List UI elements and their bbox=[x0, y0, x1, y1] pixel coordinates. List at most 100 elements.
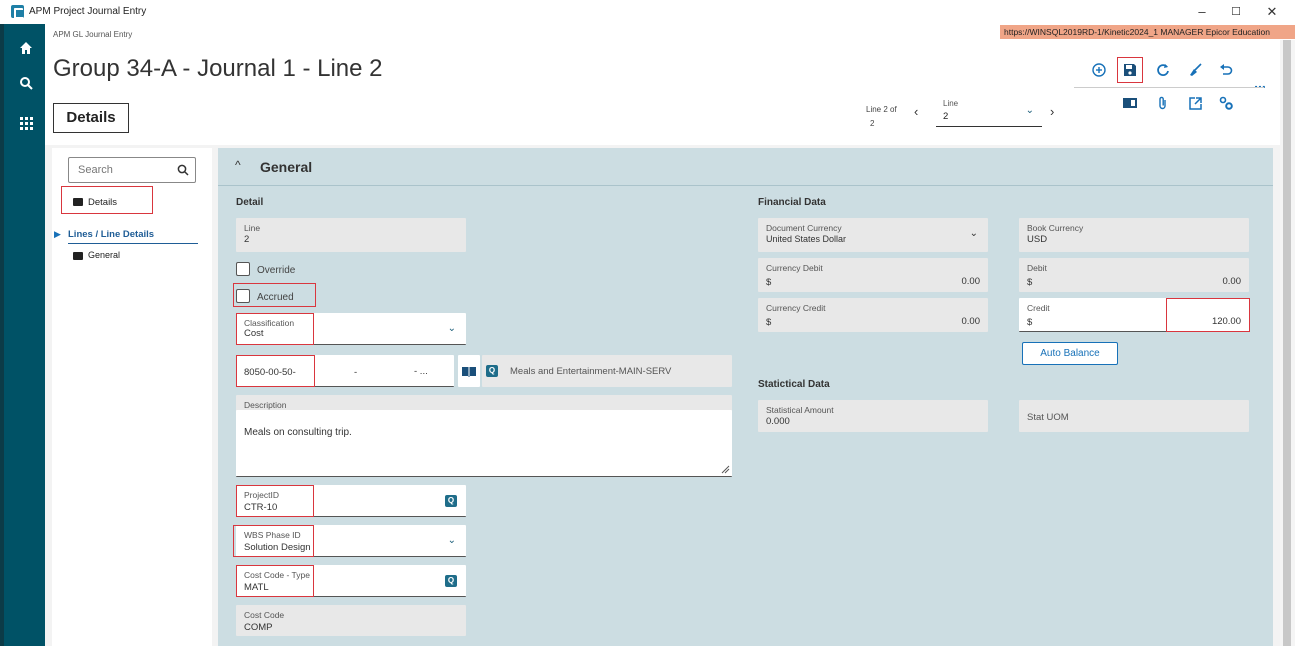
open-external-icon[interactable] bbox=[1184, 92, 1206, 114]
sidenav-item-general[interactable]: General bbox=[73, 250, 120, 260]
description-textarea[interactable]: Meals on consulting trip. bbox=[236, 410, 732, 477]
book-currency-value: USD bbox=[1027, 234, 1048, 245]
chevron-down-icon: ⌄ bbox=[447, 535, 456, 546]
search-placeholder: Search bbox=[78, 164, 113, 176]
next-record-icon[interactable]: › bbox=[1050, 104, 1054, 119]
scrollbar-thumb[interactable] bbox=[1283, 40, 1291, 646]
description-value: Meals on consulting trip. bbox=[244, 427, 352, 438]
environment-bar: https://WINSQL2019RD-1/Kinetic2024_1 MAN… bbox=[1000, 25, 1295, 39]
search-lookup-icon[interactable]: Q bbox=[445, 575, 457, 587]
cost-code-label: Cost Code bbox=[244, 610, 285, 620]
accrued-label: Accrued bbox=[257, 292, 294, 303]
home-icon[interactable] bbox=[12, 34, 40, 62]
override-label: Override bbox=[257, 265, 296, 276]
sidenav-item-details[interactable]: Details bbox=[73, 197, 117, 208]
currency-credit-label: Currency Credit bbox=[766, 303, 826, 313]
page-title: Group 34-A - Journal 1 - Line 2 bbox=[53, 55, 383, 82]
undo-icon[interactable] bbox=[1215, 59, 1237, 81]
maximize-button[interactable]: ☐ bbox=[1226, 3, 1246, 21]
gl-account-input[interactable]: 8050-00-50- - - ... bbox=[236, 355, 454, 387]
minimize-button[interactable]: – bbox=[1192, 3, 1212, 21]
book-currency-label: Book Currency bbox=[1027, 223, 1084, 233]
detail-heading: Detail bbox=[236, 197, 264, 208]
projectid-label: ProjectID bbox=[244, 490, 279, 500]
chevron-down-icon: ⌄ bbox=[1025, 105, 1034, 116]
clear-broom-icon[interactable] bbox=[1184, 59, 1206, 81]
app-icon bbox=[11, 5, 24, 19]
card-icon bbox=[73, 251, 83, 260]
caret-right-icon[interactable]: ▶ bbox=[54, 229, 61, 240]
line-select-label: Line bbox=[943, 99, 959, 108]
nav-rail bbox=[0, 24, 45, 646]
line-select[interactable]: Line 2 ⌄ bbox=[936, 95, 1042, 127]
cost-code-type-value: MATL bbox=[244, 582, 269, 593]
previous-record-icon[interactable]: ‹ bbox=[914, 104, 918, 119]
record-count-line1: Line 2 of bbox=[866, 105, 897, 114]
sidenav-item-label: General bbox=[88, 250, 121, 260]
auto-balance-button[interactable]: Auto Balance bbox=[1022, 342, 1118, 365]
add-icon[interactable] bbox=[1088, 59, 1110, 81]
side-navigation bbox=[52, 148, 212, 646]
wbs-label: WBS Phase ID bbox=[244, 530, 301, 540]
account-lookup-button[interactable] bbox=[458, 355, 480, 387]
override-checkbox[interactable] bbox=[236, 262, 250, 276]
debit-label: Debit bbox=[1027, 263, 1047, 273]
record-count-line2: 2 bbox=[870, 119, 875, 128]
card-icon bbox=[73, 198, 83, 207]
classification-label: Classification bbox=[244, 318, 295, 328]
currency-debit-value: 0.00 bbox=[961, 276, 981, 287]
line-label: Line bbox=[244, 223, 261, 233]
search-icon bbox=[177, 161, 189, 179]
book-currency-field: Book Currency USD bbox=[1019, 218, 1249, 252]
accrued-checkbox[interactable] bbox=[236, 289, 250, 303]
projectid-value: CTR-10 bbox=[244, 502, 278, 513]
sidenav-item-lines[interactable]: Lines / Line Details bbox=[68, 229, 198, 244]
chevron-down-icon: ⌄ bbox=[447, 323, 456, 334]
breadcrumb[interactable]: APM GL Journal Entry bbox=[53, 30, 132, 39]
projectid-input[interactable]: ProjectID CTR-10 Q bbox=[236, 485, 466, 517]
wbs-phase-select[interactable]: WBS Phase ID Solution Design ⌄ bbox=[236, 525, 466, 557]
credit-input[interactable]: Credit $ 120.00 bbox=[1019, 298, 1249, 332]
document-currency-select[interactable]: Document Currency United States Dollar ⌄ bbox=[758, 218, 988, 252]
cost-code-type-input[interactable]: Cost Code - Type MATL Q bbox=[236, 565, 466, 597]
currency-credit-field: Currency Credit $ 0.00 bbox=[758, 298, 988, 332]
sidenav-search-input[interactable]: Search bbox=[68, 157, 196, 183]
currency-credit-value: 0.00 bbox=[961, 316, 981, 327]
stat-uom-field: Stat UOM bbox=[1019, 400, 1249, 432]
account-description: Meals and Entertainment-MAIN-SERV bbox=[510, 366, 672, 377]
gl-account-segment3: - ... bbox=[414, 366, 428, 377]
currency-debit-symbol: $ bbox=[766, 277, 772, 288]
classification-value: Cost bbox=[244, 328, 264, 339]
account-description-field: Q Meals and Entertainment-MAIN-SERV bbox=[482, 355, 732, 387]
search-icon[interactable] bbox=[12, 69, 40, 97]
credit-value: 120.00 bbox=[1211, 316, 1241, 327]
book-icon bbox=[462, 367, 476, 377]
statistical-amount-field: Statistical Amount 0.000 bbox=[758, 400, 988, 432]
stat-uom-label: Stat UOM bbox=[1027, 412, 1069, 423]
refresh-icon[interactable] bbox=[1152, 59, 1174, 81]
apps-grid-icon[interactable] bbox=[12, 110, 40, 138]
statistical-amount-value: 0.000 bbox=[766, 416, 790, 427]
sidenav-item-label: Details bbox=[88, 197, 118, 208]
chevron-up-icon[interactable]: ^ bbox=[235, 158, 241, 172]
resize-handle-icon[interactable] bbox=[720, 464, 730, 474]
save-highlight bbox=[1117, 57, 1143, 83]
search-lookup-icon[interactable]: Q bbox=[486, 365, 498, 377]
cost-code-field: Cost Code COMP bbox=[236, 605, 466, 636]
description-label: Description bbox=[244, 400, 287, 410]
line-select-value: 2 bbox=[943, 111, 949, 122]
general-section-header[interactable]: ^ General bbox=[218, 148, 1273, 186]
panel-card-icon[interactable] bbox=[1119, 92, 1141, 114]
gl-account-segment2: - bbox=[354, 367, 358, 378]
classification-select[interactable]: Classification Cost ⌄ bbox=[236, 313, 466, 345]
settings-gears-icon[interactable] bbox=[1215, 92, 1237, 114]
line-value: 2 bbox=[244, 234, 250, 245]
statistical-amount-label: Statistical Amount bbox=[766, 405, 834, 415]
search-lookup-icon[interactable]: Q bbox=[445, 495, 457, 507]
cost-code-value: COMP bbox=[244, 622, 273, 633]
close-button[interactable]: ✕ bbox=[1262, 3, 1282, 21]
line-field: Line 2 bbox=[236, 218, 466, 252]
more-options-icon[interactable]: ... bbox=[1249, 72, 1271, 94]
attachment-icon[interactable] bbox=[1152, 92, 1174, 114]
tab-details[interactable]: Details bbox=[53, 103, 129, 133]
